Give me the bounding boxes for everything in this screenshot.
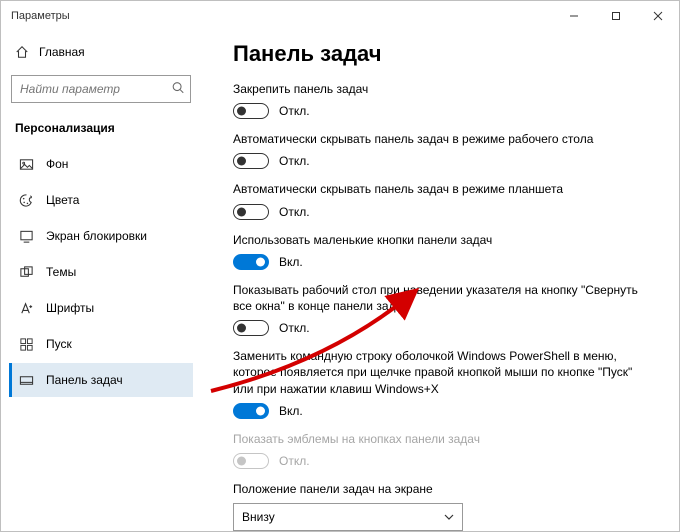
toggle-switch xyxy=(233,453,269,469)
titlebar: Параметры xyxy=(1,1,679,31)
sidebar-item-taskbar[interactable]: Панель задач xyxy=(9,363,193,397)
setting-label: Заменить командную строку оболочкой Wind… xyxy=(233,348,651,397)
setting-0: Закрепить панель задач Откл. xyxy=(233,81,651,119)
position-dropdown[interactable]: Внизу xyxy=(233,503,463,531)
setting-position: Положение панели задач на экране Внизу xyxy=(233,481,651,531)
close-button[interactable] xyxy=(637,1,679,31)
lockscreen-icon xyxy=(19,229,34,244)
sidebar-item-label: Пуск xyxy=(46,337,72,351)
toggle-state: Откл. xyxy=(279,321,310,335)
setting-label: Автоматически скрывать панель задач в ре… xyxy=(233,131,651,147)
toggle-state: Вкл. xyxy=(279,404,303,418)
setting-2: Автоматически скрывать панель задач в ре… xyxy=(233,181,651,219)
setting-label: Положение панели задач на экране xyxy=(233,481,651,497)
start-icon xyxy=(19,337,34,352)
sidebar-item-label: Темы xyxy=(46,265,76,279)
minimize-button[interactable] xyxy=(553,1,595,31)
toggle-switch[interactable] xyxy=(233,204,269,220)
page-title: Панель задач xyxy=(233,41,651,67)
home-icon xyxy=(15,45,29,59)
chevron-down-icon xyxy=(444,512,454,522)
sidebar-item-background[interactable]: Фон xyxy=(9,147,193,181)
setting-5: Заменить командную строку оболочкой Wind… xyxy=(233,348,651,419)
sidebar-item-lockscreen[interactable]: Экран блокировки xyxy=(9,219,193,253)
home-link[interactable]: Главная xyxy=(9,37,193,67)
home-label: Главная xyxy=(39,45,85,59)
themes-icon xyxy=(19,265,34,280)
toggle-state: Откл. xyxy=(279,104,310,118)
section-label: Персонализация xyxy=(9,115,193,145)
setting-label: Закрепить панель задач xyxy=(233,81,651,97)
setting-1: Автоматически скрывать панель задач в ре… xyxy=(233,131,651,169)
setting-4: Показывать рабочий стол при наведении ук… xyxy=(233,282,651,336)
search-box[interactable] xyxy=(11,75,191,103)
picture-icon xyxy=(19,157,34,172)
toggle-state: Вкл. xyxy=(279,255,303,269)
search-icon xyxy=(171,81,185,98)
dropdown-value: Внизу xyxy=(242,510,275,524)
main-panel: Панель задач Закрепить панель задач Откл… xyxy=(201,31,679,531)
toggle-switch[interactable] xyxy=(233,254,269,270)
sidebar-item-themes[interactable]: Темы xyxy=(9,255,193,289)
setting-label: Показать эмблемы на кнопках панели задач xyxy=(233,431,651,447)
setting-3: Использовать маленькие кнопки панели зад… xyxy=(233,232,651,270)
maximize-button[interactable] xyxy=(595,1,637,31)
sidebar-item-colors[interactable]: Цвета xyxy=(9,183,193,217)
window-controls xyxy=(553,1,679,31)
setting-label: Использовать маленькие кнопки панели зад… xyxy=(233,232,651,248)
sidebar-item-label: Панель задач xyxy=(46,373,123,387)
sidebar-item-start[interactable]: Пуск xyxy=(9,327,193,361)
toggle-switch[interactable] xyxy=(233,153,269,169)
setting-6: Показать эмблемы на кнопках панели задач… xyxy=(233,431,651,469)
toggle-switch[interactable] xyxy=(233,103,269,119)
toggle-switch[interactable] xyxy=(233,320,269,336)
toggle-state: Откл. xyxy=(279,454,310,468)
sidebar-item-fonts[interactable]: Шрифты xyxy=(9,291,193,325)
sidebar: Главная Персонализация Фон Цвета Экран б… xyxy=(1,31,201,531)
toggle-state: Откл. xyxy=(279,154,310,168)
sidebar-item-label: Цвета xyxy=(46,193,79,207)
window-title: Параметры xyxy=(11,10,70,22)
taskbar-icon xyxy=(19,373,34,388)
toggle-switch[interactable] xyxy=(233,403,269,419)
toggle-state: Откл. xyxy=(279,205,310,219)
sidebar-item-label: Шрифты xyxy=(46,301,94,315)
palette-icon xyxy=(19,193,34,208)
setting-label: Автоматически скрывать панель задач в ре… xyxy=(233,181,651,197)
sidebar-item-label: Фон xyxy=(46,157,68,171)
setting-label: Показывать рабочий стол при наведении ук… xyxy=(233,282,651,314)
sidebar-item-label: Экран блокировки xyxy=(46,229,147,243)
search-input[interactable] xyxy=(11,75,191,103)
fonts-icon xyxy=(19,301,34,316)
